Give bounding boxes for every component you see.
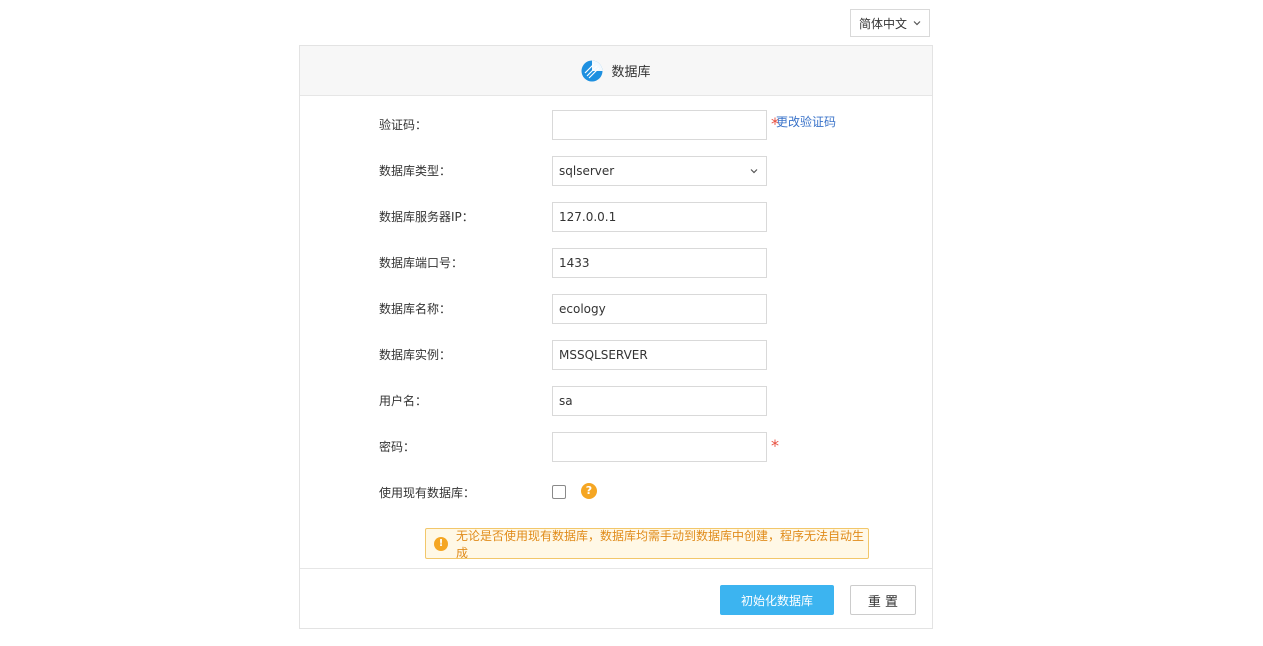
db-instance-input[interactable] [552,340,767,370]
db-name-label: 数据库名称： [379,302,452,316]
db-ip-label: 数据库服务器IP： [379,210,474,224]
panel-title: 数据库 [611,65,651,80]
db-port-row: 数据库端口号： [300,248,932,278]
db-port-label: 数据库端口号： [379,256,464,270]
password-row: 密码： * [300,432,932,462]
warning-icon: ! [434,536,448,551]
db-type-select[interactable]: sqlserver [552,156,767,186]
db-ip-input[interactable] [552,202,767,232]
db-type-value: sqlserver [559,164,615,178]
db-name-input[interactable] [552,294,767,324]
password-required-mark: * [771,436,779,455]
db-instance-label: 数据库实例： [379,348,452,362]
panel-header: 数据库 [300,46,932,96]
db-ip-row: 数据库服务器IP： [300,202,932,232]
username-row: 用户名： [300,386,932,416]
db-name-row: 数据库名称： [300,294,932,324]
use-existing-checkbox[interactable] [552,485,566,499]
change-captcha-link[interactable]: 更改验证码 [776,113,836,130]
warning-text: 无论是否使用现有数据库，数据库均需手动到数据库中创建，程序无法自动生成 [456,528,865,560]
database-config-panel: 数据库 验证码： * 更改验证码 数据库类型： sqlserver 数据库服务器… [299,45,933,629]
use-existing-row: 使用现有数据库： ? [300,478,932,508]
language-select[interactable]: 简体中文 [850,9,930,37]
reset-button[interactable]: 重 置 [850,585,916,615]
chevron-down-icon [913,21,921,26]
pie-chart-logo-icon [581,60,603,81]
captcha-row: 验证码： * 更改验证码 [300,110,932,140]
username-input[interactable] [552,386,767,416]
db-type-row: 数据库类型： sqlserver [300,156,932,186]
chevron-down-icon [750,169,758,174]
db-type-label: 数据库类型： [379,164,452,178]
password-input[interactable] [552,432,767,462]
db-instance-row: 数据库实例： [300,340,932,370]
use-existing-label: 使用现有数据库： [379,486,476,500]
db-port-input[interactable] [552,248,767,278]
panel-footer: 初始化数据库 重 置 [300,568,932,630]
password-label: 密码： [379,440,416,454]
init-database-button[interactable]: 初始化数据库 [720,585,834,615]
help-icon[interactable]: ? [581,483,597,499]
username-label: 用户名： [379,394,428,408]
language-select-value: 简体中文 [859,16,908,31]
warning-notice: ! 无论是否使用现有数据库，数据库均需手动到数据库中创建，程序无法自动生成 [425,528,869,560]
captcha-label: 验证码： [379,118,428,132]
captcha-input[interactable] [552,110,767,140]
